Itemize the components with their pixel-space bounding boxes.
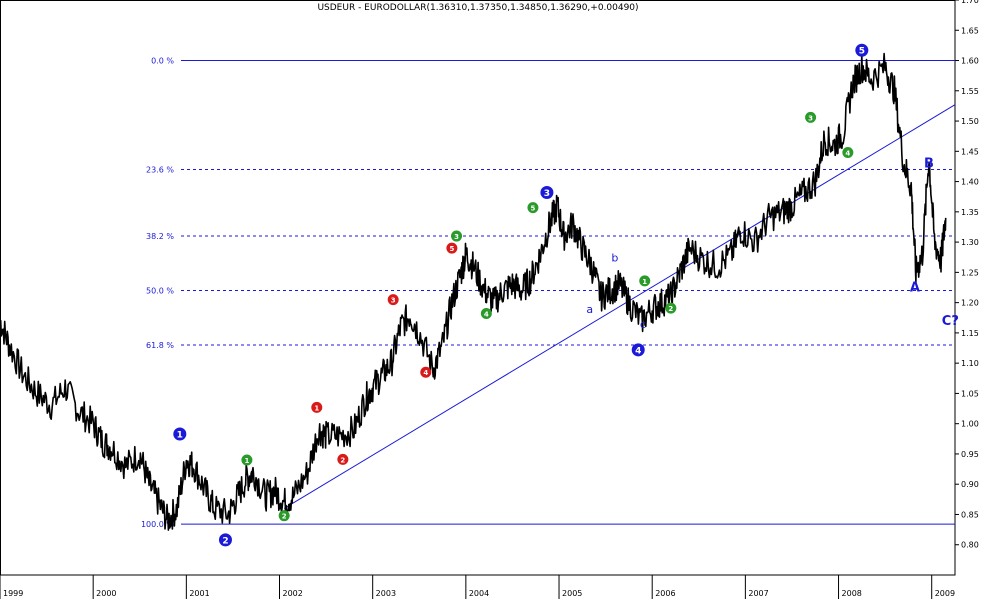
wave-marker: 1 xyxy=(241,454,253,466)
x-tick-label: 2009 xyxy=(935,589,955,598)
eurodollar-chart: USDEUR - EURODOLLAR(1.36310,1.37350,1.34… xyxy=(0,0,979,599)
y-tick-label: 1.00 xyxy=(961,420,979,429)
wave-marker: 3 xyxy=(540,185,554,199)
x-tick-label: 2001 xyxy=(189,589,209,598)
x-tick-label: 2005 xyxy=(562,589,582,598)
wave-marker-label: 5 xyxy=(449,245,454,253)
y-tick-label: 1.15 xyxy=(961,329,979,338)
wave-marker: 3 xyxy=(387,294,399,306)
y-tick-label: 1.10 xyxy=(961,359,979,368)
wave-marker: 2 xyxy=(665,302,677,314)
x-tick-label: 2000 xyxy=(96,589,116,598)
fib-level-label: 50.0 % xyxy=(146,287,174,296)
wave-label: a xyxy=(586,303,593,316)
wave-marker-label: 2 xyxy=(340,456,345,464)
chart-title: USDEUR - EURODOLLAR(1.36310,1.37350,1.34… xyxy=(317,3,638,13)
wave-marker: 4 xyxy=(420,366,432,378)
wave-marker-label: 1 xyxy=(244,457,249,465)
x-tick-label: 2008 xyxy=(842,589,862,598)
wave-marker-label: 3 xyxy=(808,114,813,122)
wave-marker: 4 xyxy=(480,308,492,320)
wave-marker-label: 2 xyxy=(668,305,673,313)
wave-marker: 4 xyxy=(842,147,854,159)
wave-marker-label: 5 xyxy=(530,205,535,213)
y-tick-label: 1.65 xyxy=(961,26,979,35)
y-tick-label: 1.70 xyxy=(961,0,979,5)
wave-marker-label: 1 xyxy=(642,278,647,286)
y-tick-label: 1.40 xyxy=(961,178,979,187)
wave-marker-label: 3 xyxy=(454,233,459,241)
x-tick-label: 2007 xyxy=(748,589,768,598)
y-tick-label: 1.60 xyxy=(961,57,979,66)
wave-marker: 5 xyxy=(527,202,539,214)
fib-level-label: 0.0 % xyxy=(151,57,174,66)
plot-frame xyxy=(0,0,956,576)
y-tick-label: 1.45 xyxy=(961,147,979,156)
chart-root: USDEUR - EURODOLLAR(1.36310,1.37350,1.34… xyxy=(0,0,994,599)
wave-marker: 1 xyxy=(173,427,187,441)
x-tick-label: 2003 xyxy=(376,589,396,598)
fib-level-label: 61.8 % xyxy=(146,341,174,350)
x-tick-label: 2002 xyxy=(283,589,303,598)
fib-level-label: 23.6 % xyxy=(146,165,174,174)
wave-label: b xyxy=(611,251,618,264)
wave-marker-label: 4 xyxy=(484,311,489,319)
wave-marker: 2 xyxy=(337,453,349,465)
wave-marker: 4 xyxy=(631,343,645,357)
wave-marker: 1 xyxy=(639,275,651,287)
y-tick-label: 1.05 xyxy=(961,389,979,398)
y-tick-label: 0.85 xyxy=(961,510,979,519)
wave-marker-label: 2 xyxy=(222,536,228,546)
wave-marker-label: 4 xyxy=(423,369,428,377)
wave-marker-label: 4 xyxy=(635,346,641,356)
y-tick-label: 1.35 xyxy=(961,208,979,217)
x-tick-label: 2006 xyxy=(655,589,675,598)
wave-marker-label: 1 xyxy=(177,430,183,440)
wave-label: C? xyxy=(942,314,959,329)
y-tick-label: 1.20 xyxy=(961,299,979,308)
wave-marker-label: 5 xyxy=(859,47,865,57)
wave-marker: 2 xyxy=(218,533,232,547)
wave-marker-label: 4 xyxy=(845,150,850,158)
y-tick-label: 0.95 xyxy=(961,450,979,459)
y-tick-label: 1.50 xyxy=(961,117,979,126)
y-tick-label: 1.30 xyxy=(961,238,979,247)
wave-marker-label: 1 xyxy=(314,404,319,412)
wave-label: c xyxy=(640,318,646,331)
wave-marker: 2 xyxy=(278,510,290,522)
wave-marker: 3 xyxy=(451,230,463,242)
wave-marker: 1 xyxy=(311,401,323,413)
wave-marker-label: 3 xyxy=(391,297,396,305)
trendline xyxy=(283,104,956,509)
x-tick-label: 2004 xyxy=(469,589,489,598)
y-tick-label: 0.90 xyxy=(961,480,979,489)
price-series xyxy=(0,52,947,531)
wave-marker: 3 xyxy=(805,111,817,123)
wave-label: B xyxy=(924,157,934,172)
wave-marker: 5 xyxy=(446,242,458,254)
y-tick-label: 1.55 xyxy=(961,87,979,96)
fib-level-label: 38.2 % xyxy=(146,232,174,241)
x-tick-label: 1999 xyxy=(3,589,23,598)
y-tick-label: 0.80 xyxy=(961,541,979,550)
wave-label: A xyxy=(910,281,920,296)
wave-marker-label: 2 xyxy=(282,513,287,521)
y-tick-label: 1.25 xyxy=(961,268,979,277)
wave-marker: 5 xyxy=(855,43,869,57)
wave-marker-label: 3 xyxy=(544,189,550,199)
